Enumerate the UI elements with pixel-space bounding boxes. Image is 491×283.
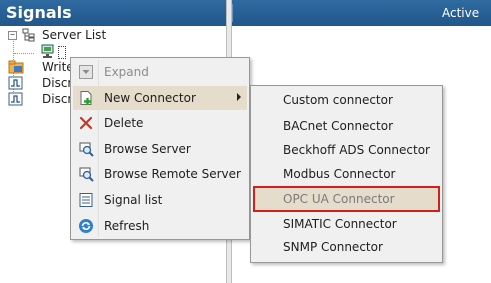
menu-item-signal-list[interactable]: Signal list <box>73 188 247 212</box>
details-header: Active <box>232 0 491 26</box>
menu-item-label: Delete <box>104 116 144 130</box>
submenu-item-opc-ua-connector[interactable]: OPC UA Connector <box>253 186 440 212</box>
menu-item-refresh[interactable]: Refresh <box>73 214 247 238</box>
submenu-item-label: SIMATIC Connector <box>283 217 397 231</box>
submenu-item-label: SNMP Connector <box>283 240 383 254</box>
tree-item-server-list[interactable]: − Server List <box>8 27 208 43</box>
tree-line <box>14 53 34 54</box>
submenu-item-label: OPC UA Connector <box>283 192 395 206</box>
menu-item-label: New Connector <box>104 91 196 105</box>
submenu-item-custom-connector[interactable]: Custom connector <box>253 88 440 112</box>
column-divider[interactable] <box>232 4 233 22</box>
tree-item-write[interactable]: Write <box>8 59 74 75</box>
menu-item-browse-remote-server[interactable]: Browse Remote Server <box>73 162 247 186</box>
submenu-item-label: Beckhoff ADS Connector <box>283 143 430 157</box>
new-connector-submenu: Custom connector BACnet Connector Beckho… <box>250 85 443 263</box>
menu-item-label: Signal list <box>104 193 163 207</box>
submenu-item-modbus-connector[interactable]: Modbus Connector <box>253 162 440 186</box>
discrete-signal-icon <box>8 92 24 110</box>
delete-icon <box>78 115 94 131</box>
menu-item-label: Browse Remote Server <box>104 167 241 181</box>
tree-item-label: Server List <box>42 28 107 42</box>
menu-item-delete[interactable]: Delete <box>73 111 247 135</box>
selection-focus <box>58 46 66 59</box>
refresh-icon <box>78 218 94 234</box>
menu-item-new-connector[interactable]: New Connector <box>73 86 247 110</box>
submenu-item-label: BACnet Connector <box>283 119 394 133</box>
new-connector-icon <box>78 90 94 106</box>
browse-remote-server-icon <box>78 166 94 182</box>
tree-item-label: Write <box>42 60 74 74</box>
context-menu: Expand New Connector Delete Browse Serve… <box>70 57 250 240</box>
collapse-icon[interactable]: − <box>8 31 17 40</box>
submenu-arrow-icon <box>237 93 241 101</box>
tree-item-label: Discr <box>42 92 73 106</box>
menu-item-expand[interactable]: Expand <box>73 60 247 84</box>
tree-item-discrete-1[interactable]: Discr <box>8 75 73 91</box>
menu-item-label: Expand <box>104 65 149 79</box>
submenu-item-snmp-connector[interactable]: SNMP Connector <box>253 235 440 259</box>
tree-item-label: Discr <box>42 76 73 90</box>
submenu-item-bacnet-connector[interactable]: BACnet Connector <box>253 114 440 138</box>
submenu-item-label: Modbus Connector <box>283 167 396 181</box>
menu-item-label: Browse Server <box>104 142 191 156</box>
submenu-item-simatic-connector[interactable]: SIMATIC Connector <box>253 212 440 236</box>
submenu-item-beckhoff-ads-connector[interactable]: Beckhoff ADS Connector <box>253 138 440 162</box>
signal-list-icon <box>78 192 94 208</box>
menu-item-label: Refresh <box>104 219 150 233</box>
submenu-item-label: Custom connector <box>283 93 393 107</box>
menu-item-browse-server[interactable]: Browse Server <box>73 137 247 161</box>
signals-panel-title: Signals <box>0 0 226 26</box>
column-header-active[interactable]: Active <box>442 6 479 20</box>
browse-server-icon <box>78 141 94 157</box>
server-list-icon <box>22 28 36 46</box>
tree-item-discrete-2[interactable]: Discr <box>8 91 73 110</box>
expand-icon <box>78 64 94 80</box>
